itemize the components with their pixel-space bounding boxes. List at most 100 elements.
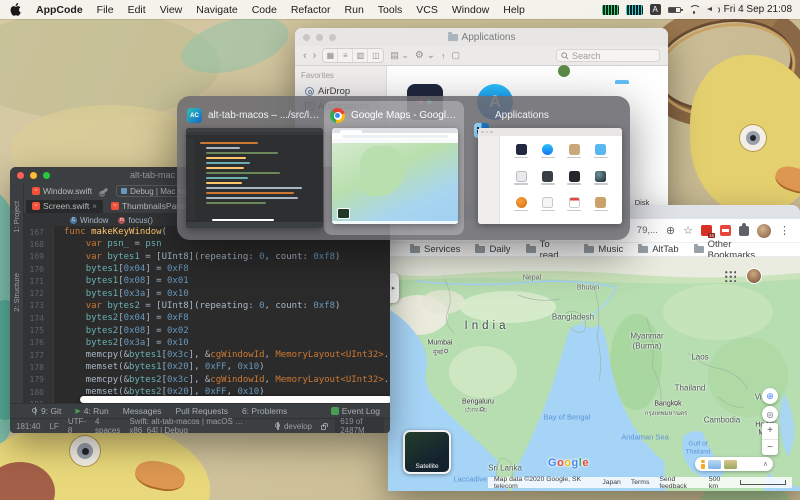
memory-indicator[interactable]: 619 of 2487M <box>335 416 384 433</box>
finder-search-field[interactable]: Search <box>556 49 660 62</box>
breadcrumb-method[interactable]: m focus() <box>118 216 153 225</box>
attribution-link[interactable]: Japan <box>602 479 621 486</box>
input-source-icon[interactable]: A <box>649 4 661 15</box>
forward-button[interactable]: › <box>313 50 317 62</box>
event-log-button[interactable]: Event Log <box>330 406 380 416</box>
bookmark-folder[interactable]: Music <box>584 244 623 255</box>
minimize-button[interactable] <box>316 33 323 41</box>
pegman-icon[interactable] <box>700 459 705 469</box>
column-view-icon[interactable]: ▥ <box>353 49 369 62</box>
google-maps-canvas[interactable]: Nepal Bhutan Bangladesh India Myanmar (Burma)… <box>388 257 800 491</box>
group-button[interactable]: ▤ ⌄ <box>390 50 409 61</box>
zoom-page-icon[interactable]: ⊕ <box>666 224 675 237</box>
menu-item[interactable]: Window <box>445 4 496 16</box>
switcher-thumbnail-appcode[interactable] <box>186 128 323 228</box>
list-view-icon[interactable]: ≡ <box>338 49 354 62</box>
code-line[interactable]: 175 bytes2[0x08] = 0x02 <box>24 324 390 336</box>
back-button[interactable]: ‹ <box>303 50 307 62</box>
imagery-thumbnail[interactable] <box>708 459 721 469</box>
network-graph-icon[interactable] <box>625 4 643 15</box>
menu-item[interactable]: Refactor <box>284 4 338 16</box>
zoom-button[interactable] <box>329 33 336 41</box>
code-line[interactable]: 169 var bytes1 = [UInt8](repeating: 0, c… <box>24 251 390 263</box>
active-app-menu[interactable]: AppCode <box>29 4 90 16</box>
apple-menu[interactable] <box>10 3 21 16</box>
breadcrumb-class[interactable]: C Window <box>70 216 108 225</box>
code-line[interactable]: 176 bytes2[0x3a] = 0x10 <box>24 337 390 349</box>
tool-window-structure[interactable]: 2: Structure <box>12 273 21 312</box>
globe-icon[interactable]: ⊕ <box>762 388 778 404</box>
menu-item[interactable]: Edit <box>121 4 153 16</box>
close-button[interactable] <box>17 171 24 179</box>
bookmark-folder[interactable]: AltTab <box>638 244 679 255</box>
switcher-thumbnail-finder[interactable] <box>478 128 622 224</box>
code-line[interactable]: 170 bytes1[0x04] = 0xF8 <box>24 263 390 275</box>
zoom-out-button[interactable]: − <box>762 440 778 456</box>
minimize-button[interactable] <box>30 171 37 179</box>
caret-position[interactable]: 181:40 <box>16 422 40 431</box>
tags-button[interactable]: ▢ <box>452 50 461 61</box>
git-tool-button[interactable]: 9: Git <box>32 406 61 416</box>
zoom-button[interactable] <box>43 171 50 179</box>
code-line[interactable]: 178 memset(&bytes1[0x20], 0xFF, 0x10) <box>24 361 390 373</box>
menu-item[interactable]: VCS <box>409 4 445 16</box>
extension-icon[interactable]: 15 <box>701 225 715 238</box>
wifi-icon[interactable] <box>688 5 701 14</box>
terms-link[interactable]: Terms <box>631 479 650 486</box>
menu-item[interactable]: Tools <box>371 4 410 16</box>
streetview-pill[interactable]: ∧ <box>695 457 773 471</box>
tool-window-project[interactable]: 1: Project <box>12 201 21 233</box>
zoom-controls[interactable]: + − <box>762 423 778 455</box>
volume-icon[interactable] <box>706 5 720 14</box>
view-segmented-control[interactable]: ▦ ≡ ▥ ◫ <box>322 48 385 63</box>
messages-tool-button[interactable]: Messages <box>123 406 162 416</box>
line-ending-indicator[interactable]: LF <box>49 422 58 431</box>
satellite-layer-toggle[interactable]: Satellite <box>403 430 451 474</box>
menu-item[interactable]: Navigate <box>189 4 244 16</box>
readonly-lock-icon[interactable] <box>321 422 328 430</box>
gallery-view-icon[interactable]: ◫ <box>368 49 384 62</box>
code-line[interactable]: 171 bytes1[0x08] = 0x01 <box>24 275 390 287</box>
bookmark-folder[interactable]: Services <box>410 244 460 255</box>
sdk-indicator[interactable]: Swift: alt-tab-macos | macOS …x86_64] | … <box>129 417 266 433</box>
imagery-thumbnail[interactable] <box>724 459 737 469</box>
horizontal-scrollbar[interactable] <box>80 395 390 403</box>
code-line[interactable]: 168 var psn_ = psn <box>24 238 390 250</box>
extension-icon[interactable] <box>720 225 731 236</box>
finder-window-controls[interactable] <box>303 33 336 41</box>
profile-avatar[interactable] <box>757 223 771 238</box>
menu-item[interactable]: Code <box>245 4 284 16</box>
share-button[interactable]: ↑ <box>441 51 446 61</box>
code-line[interactable]: 179 memcpy(&bytes2[0x3c], &cgWindowId, M… <box>24 374 390 386</box>
menu-item[interactable]: File <box>90 4 121 16</box>
wrench-icon[interactable] <box>100 187 108 195</box>
google-account-avatar[interactable] <box>746 268 762 284</box>
bookmark-star-icon[interactable]: ☆ <box>683 224 693 237</box>
menu-item[interactable]: Help <box>496 4 532 16</box>
code-line[interactable]: 177 memcpy(&bytes1[0x3c], &cgWindowId, M… <box>24 349 390 361</box>
code-line[interactable]: 173 var bytes2 = [UInt8](repeating: 0, c… <box>24 300 390 312</box>
close-tab-icon[interactable]: × <box>92 202 97 211</box>
indent-indicator[interactable]: 4 spaces <box>95 417 120 433</box>
menu-bar-clock[interactable]: Fri 4 Sep 21:08 <box>724 4 792 15</box>
code-line[interactable]: 174 bytes2[0x04] = 0xF8 <box>24 312 390 324</box>
icon-view-icon[interactable]: ▦ <box>323 49 339 62</box>
appcode-window-controls[interactable] <box>17 171 50 179</box>
address-bar-url-fragment[interactable]: 79,... <box>637 225 658 236</box>
run-tool-button[interactable]: ▶ 4: Run <box>75 406 108 416</box>
collapse-icon[interactable]: ∧ <box>763 460 768 468</box>
encoding-indicator[interactable]: UTF-8 <box>68 417 86 433</box>
cpu-graph-icon[interactable] <box>601 4 619 15</box>
menu-item[interactable]: Run <box>338 4 371 16</box>
battery-icon[interactable] <box>667 6 683 13</box>
code-editor[interactable]: 167 func makeKeyWindow( 168 var psn_ = p… <box>24 226 390 403</box>
pull-requests-tool-button[interactable]: Pull Requests <box>176 406 228 416</box>
finder-titlebar[interactable]: Applications <box>295 28 668 46</box>
feedback-link[interactable]: Send feedback <box>659 476 699 490</box>
zoom-in-button[interactable]: + <box>762 423 778 440</box>
extensions-puzzle-icon[interactable] <box>739 223 749 236</box>
menu-item[interactable]: View <box>153 4 190 16</box>
code-line[interactable]: 172 bytes1[0x3a] = 0x10 <box>24 287 390 299</box>
close-button[interactable] <box>303 33 310 41</box>
my-location-icon[interactable]: ◎ <box>762 406 778 422</box>
